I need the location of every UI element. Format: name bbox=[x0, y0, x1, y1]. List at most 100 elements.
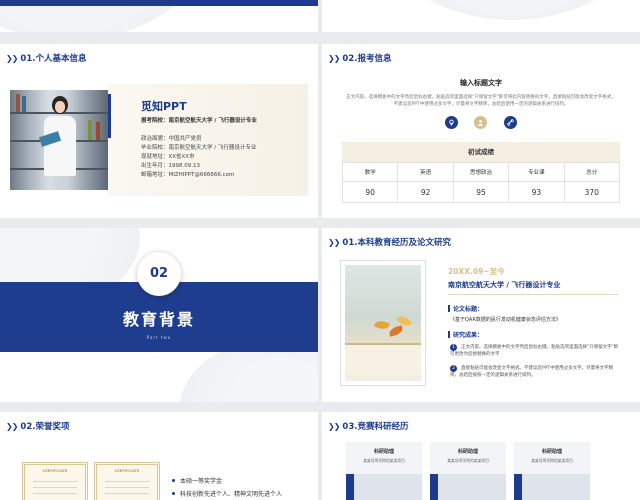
book-leaves-photo bbox=[345, 265, 421, 381]
slide-title-text: 01.个人基本信息 bbox=[20, 54, 87, 64]
edu-date: 20XX.09~至今 bbox=[448, 267, 505, 276]
info-line: 政治面貌：中国共产党员 bbox=[141, 136, 202, 142]
research-card: 科研助理 某某导师学院的某某项目 bbox=[346, 442, 422, 500]
book bbox=[22, 96, 26, 112]
slide-title: ❯❯ 02.荣誉奖项 bbox=[6, 420, 69, 432]
cert-line bbox=[33, 487, 77, 488]
top-slide-left bbox=[0, 0, 318, 32]
info-line: 毕业院校：南京航空航天大学 / 飞行器设计专业 bbox=[141, 145, 257, 151]
profile-photo bbox=[10, 90, 108, 190]
result-label: 研究成果： bbox=[448, 330, 483, 339]
slide-title-text: 03.竞赛科研经历 bbox=[342, 422, 409, 432]
score-value: 95 bbox=[452, 181, 510, 203]
certificate: CERTIFICATE bbox=[22, 462, 88, 500]
top-slide-right bbox=[322, 0, 640, 32]
thesis-title: 《基于QAR数据的民行发动机健康状态评估方法》 bbox=[450, 317, 561, 323]
cert-line bbox=[105, 481, 149, 482]
slide-section-divider[interactable]: 02 教育背景 Part two bbox=[0, 228, 318, 402]
info-line: 出生年月：1998.09.13 bbox=[141, 163, 200, 169]
certificate: CERTIFICATE bbox=[94, 462, 160, 500]
slide-personal-info[interactable]: ❯❯ 01.个人基本信息 觅知PPT 报考院校：南京航空航天大学 / 飞行器设计专… bbox=[0, 44, 318, 218]
research-card: 科研助理 某某导师学院的某某项目 bbox=[514, 442, 590, 500]
chevron-right-icon: ❯❯ bbox=[6, 422, 18, 431]
score-header: 总分 bbox=[563, 162, 621, 182]
top-bar bbox=[0, 0, 318, 6]
slide-title: ❯❯ 03.竞赛科研经历 bbox=[328, 420, 408, 432]
certificate-label: CERTIFICATE bbox=[114, 469, 140, 473]
slide-application-info[interactable]: ❯❯ 02.报考信息 输入标题文字 正文内容。选择模板中的文字然后鼠标右键，粘贴选… bbox=[322, 44, 640, 218]
info-line: 现就地址：XX省XX市 bbox=[141, 154, 195, 160]
research-card-sub: 某某导师学院的某某项目 bbox=[363, 458, 405, 463]
cert-line bbox=[105, 493, 149, 494]
slide-title-text: 02.报考信息 bbox=[342, 54, 392, 64]
location-icon bbox=[445, 116, 458, 129]
slide-education[interactable]: ❯❯ 01.本科教育经历及论文研究 20XX.09~至今 南京航空航天大学 / 飞… bbox=[322, 228, 640, 402]
edu-school: 南京航空航天大学 / 飞行器设计专业 bbox=[448, 281, 561, 289]
score-header: 专业课 bbox=[508, 162, 565, 182]
section-title: 教育背景 bbox=[122, 310, 195, 329]
score-table: 数学 英语 思想政治 专业课 总分 90 92 95 93 370 bbox=[341, 162, 621, 203]
slide-title-text: 01.本科教育经历及论文研究 bbox=[342, 238, 451, 248]
cert-line bbox=[105, 487, 149, 488]
score-title: 初试成绩 bbox=[342, 142, 620, 162]
research-card-title: 科研助理 bbox=[373, 449, 394, 455]
divider bbox=[448, 294, 618, 295]
navy-accent bbox=[346, 474, 354, 500]
leaf bbox=[374, 318, 390, 332]
result-item: 1 正文内容。选择模板中的文字然后鼠标右键。粘贴选项里面选择"只保留文字"即可更改… bbox=[450, 344, 619, 357]
user-icon bbox=[474, 116, 487, 129]
name-panel bbox=[108, 84, 308, 196]
research-card: 科研助理 某某导师学院的某某项目 bbox=[430, 442, 506, 500]
person-name: 觅知PPT bbox=[141, 100, 187, 113]
name-accent-bar bbox=[108, 94, 111, 138]
leaf bbox=[388, 325, 404, 337]
chevron-right-icon: ❯❯ bbox=[328, 422, 340, 431]
chevron-right-icon: ❯❯ bbox=[328, 54, 340, 63]
research-card-sub: 某某导师学院的某某项目 bbox=[531, 458, 573, 463]
score-header: 思想政治 bbox=[452, 162, 510, 182]
book bbox=[88, 120, 92, 140]
research-card-title: 科研助理 bbox=[541, 449, 562, 455]
link-icon bbox=[504, 116, 517, 129]
info-line: 邮箱地址：MIZHIPPT@666666.com bbox=[141, 172, 235, 178]
honor-item: 科技创新先进个人、精神文明先进个人 bbox=[172, 489, 282, 498]
research-card-title: 科研助理 bbox=[457, 449, 478, 455]
slide-title: ❯❯ 01.个人基本信息 bbox=[6, 52, 86, 64]
score-header: 英语 bbox=[397, 162, 454, 182]
score-box: 初试成绩 数学 英语 思想政治 专业课 总分 90 92 95 93 370 bbox=[341, 142, 621, 203]
section-heading: 输入标题文字 bbox=[460, 79, 502, 87]
section-subtitle: Part two bbox=[146, 335, 172, 340]
card-footer bbox=[514, 474, 590, 500]
description-text: 正文内容。选择模板中的文字然后鼠标右键，粘贴选项里面选择"只保留文字"即可将此内… bbox=[346, 95, 616, 107]
certificate-label: CERTIFICATE bbox=[42, 469, 68, 473]
score-value: 90 bbox=[341, 181, 399, 203]
background-swirl bbox=[362, 0, 640, 20]
person-face bbox=[55, 101, 65, 113]
slide-title-text: 02.荣誉奖项 bbox=[20, 422, 70, 432]
slide-title: ❯❯ 02.报考信息 bbox=[328, 52, 391, 64]
cert-line bbox=[33, 481, 77, 482]
slide-research[interactable]: ❯❯ 03.竞赛科研经历 科研助理 某某导师学院的某某项目 科研助理 某某导师学院… bbox=[322, 412, 640, 500]
score-value: 370 bbox=[563, 181, 621, 203]
score-value: 93 bbox=[508, 181, 565, 203]
section-number: 02 bbox=[137, 252, 181, 296]
navy-accent bbox=[430, 474, 438, 500]
chevron-right-icon: ❯❯ bbox=[328, 238, 340, 247]
navy-accent bbox=[514, 474, 522, 500]
photo-frame bbox=[340, 260, 426, 386]
result-item: 2 直接粘贴可能会改变文字格式。不建议您PPT中使用过多文字。尽量将文字精简。总结… bbox=[450, 365, 614, 378]
score-header: 数学 bbox=[341, 162, 399, 182]
target-school: 报考院校：南京航空航天大学 / 飞行器设计专业 bbox=[141, 118, 257, 124]
person-figure bbox=[44, 116, 76, 176]
score-value: 92 bbox=[397, 181, 454, 203]
slide-title: ❯❯ 01.本科教育经历及论文研究 bbox=[328, 236, 451, 248]
cert-line bbox=[33, 493, 77, 494]
book bbox=[96, 122, 100, 140]
thesis-label: 论文标题： bbox=[448, 304, 483, 313]
open-book bbox=[345, 343, 421, 375]
slide-honors[interactable]: ❯❯ 02.荣誉奖项 CERTIFICATE CERTIFICATE 本硕一等奖学… bbox=[0, 412, 318, 500]
book bbox=[16, 94, 20, 112]
research-card-sub: 某某导师学院的某某项目 bbox=[447, 458, 489, 463]
honor-item: 本硕一等奖学金 bbox=[172, 476, 222, 485]
chevron-right-icon: ❯❯ bbox=[6, 54, 18, 63]
